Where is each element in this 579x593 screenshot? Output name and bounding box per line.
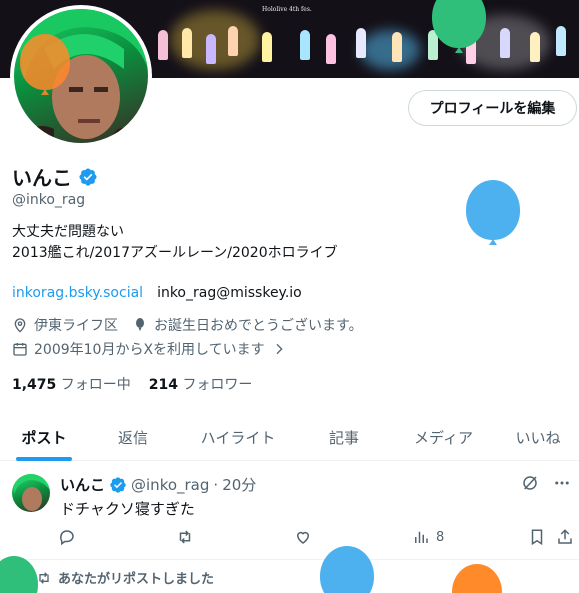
tab-articles[interactable]: 記事 bbox=[298, 414, 390, 461]
bio-line: 大丈夫だ問題ない bbox=[12, 224, 124, 240]
active-tab-indicator bbox=[16, 457, 72, 461]
following-count: 1,475 bbox=[12, 377, 57, 393]
retweet-button[interactable] bbox=[176, 528, 194, 546]
tab-media[interactable]: メディア bbox=[390, 414, 497, 461]
profile-name: いんこ bbox=[12, 166, 72, 190]
tab-label: いいね bbox=[515, 429, 561, 447]
tab-label: メディア bbox=[414, 429, 473, 447]
calendar-icon bbox=[13, 343, 27, 356]
bio-line: 2013艦これ/2017アズールレーン/2020ホロライブ bbox=[12, 245, 338, 261]
balloon-icon bbox=[452, 564, 502, 593]
tab-highlights[interactable]: ハイライト bbox=[178, 414, 298, 461]
bookmark-button[interactable] bbox=[528, 528, 546, 546]
following-label: フォロー中 bbox=[60, 377, 131, 393]
repost-indicator: あなたがリポストしました bbox=[36, 568, 214, 587]
tab-label: 返信 bbox=[117, 429, 148, 447]
views-icon bbox=[415, 531, 428, 543]
post-timestamp[interactable]: 20分 bbox=[222, 474, 256, 495]
repost-note-text: あなたがリポストしました bbox=[58, 572, 215, 587]
banner-logo-text: Hololive 4th fes. bbox=[262, 6, 312, 13]
share-icon bbox=[558, 529, 572, 544]
verified-icon[interactable] bbox=[109, 476, 127, 494]
post-separator: · bbox=[213, 475, 219, 494]
profile-joined: 2009年10月からXを利用しています bbox=[34, 342, 265, 358]
tab-label: ハイライト bbox=[200, 429, 276, 447]
retweet-icon bbox=[39, 571, 49, 584]
post-avatar[interactable] bbox=[12, 474, 50, 512]
edit-profile-button[interactable]: プロフィールを編集 bbox=[408, 90, 577, 126]
profile-joined-row[interactable]: 2009年10月からXを利用しています bbox=[12, 339, 287, 359]
like-icon bbox=[296, 531, 310, 544]
grok-icon[interactable] bbox=[521, 474, 539, 492]
views-button[interactable]: 8 bbox=[412, 528, 444, 546]
share-button[interactable] bbox=[556, 528, 574, 546]
views-count: 8 bbox=[436, 529, 445, 545]
profile-meta-row: 伊東ライフ区 お誕生日おめでとうございます。 bbox=[12, 315, 363, 335]
post-author-handle[interactable]: @inko_rag bbox=[131, 476, 209, 494]
profile-birthday: お誕生日おめでとうございます。 bbox=[154, 318, 363, 334]
followers-label: フォロワー bbox=[182, 377, 253, 393]
post-top-actions bbox=[521, 474, 571, 492]
retweet-icon bbox=[179, 530, 191, 544]
post-item[interactable]: いんこ @inko_rag · 20分 ドチャクソ寝すぎた 8 bbox=[0, 462, 579, 560]
reply-icon bbox=[60, 530, 74, 546]
profile-name-row: いんこ bbox=[12, 162, 98, 191]
like-button[interactable] bbox=[294, 528, 312, 546]
follow-stats: 1,475 フォロー中 214 フォロワー bbox=[12, 374, 252, 394]
location-icon bbox=[14, 318, 26, 333]
profile-links: inkorag.bsky.social inko_rag@misskey.io bbox=[12, 285, 302, 301]
post-actions: 8 bbox=[58, 528, 578, 550]
post-header: いんこ @inko_rag · 20分 bbox=[60, 474, 256, 495]
balloon-icon bbox=[136, 318, 144, 331]
balloon-icon bbox=[20, 34, 70, 90]
more-icon[interactable] bbox=[553, 474, 571, 492]
verified-icon[interactable] bbox=[78, 167, 98, 187]
profile-handle: @inko_rag bbox=[12, 192, 86, 208]
profile-tabs: ポスト 返信 ハイライト 記事 メディア いいね bbox=[0, 414, 579, 461]
profile-location: 伊東ライフ区 bbox=[34, 318, 118, 334]
tab-likes[interactable]: いいね bbox=[497, 414, 579, 461]
tab-label: 記事 bbox=[328, 429, 359, 447]
tab-replies[interactable]: 返信 bbox=[88, 414, 178, 461]
tab-posts[interactable]: ポスト bbox=[0, 414, 88, 461]
chevron-right-icon bbox=[276, 343, 283, 355]
following-link[interactable]: 1,475 フォロー中 bbox=[12, 374, 131, 394]
followers-link[interactable]: 214 フォロワー bbox=[149, 374, 253, 394]
misskey-text: inko_rag@misskey.io bbox=[157, 285, 302, 301]
reply-button[interactable] bbox=[58, 528, 76, 546]
post-text: ドチャクソ寝すぎた bbox=[60, 500, 195, 518]
bookmark-icon bbox=[531, 529, 543, 546]
tab-label: ポスト bbox=[21, 429, 67, 447]
followers-count: 214 bbox=[148, 377, 178, 393]
profile-bio: 大丈夫だ問題ない 2013艦これ/2017アズールレーン/2020ホロライブ bbox=[12, 222, 338, 264]
balloon-icon bbox=[0, 556, 38, 593]
website-link[interactable]: inkorag.bsky.social bbox=[12, 285, 143, 301]
balloon-icon bbox=[466, 180, 520, 240]
post-author-name[interactable]: いんこ bbox=[60, 474, 105, 495]
